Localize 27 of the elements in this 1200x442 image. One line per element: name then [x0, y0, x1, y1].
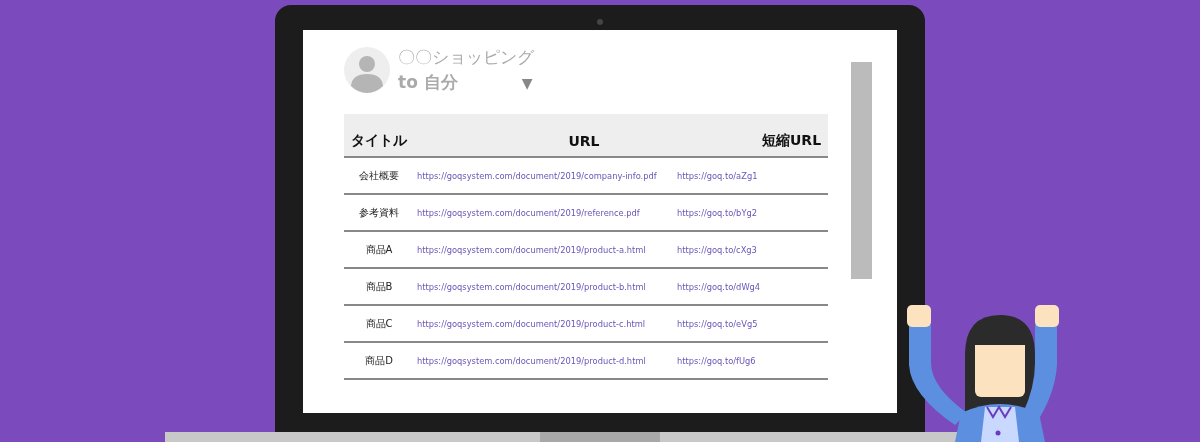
scrollbar[interactable]	[851, 62, 872, 279]
table-cell-text: 会社概要	[358, 168, 400, 183]
table-cell-text: 商品D	[364, 353, 394, 368]
column-header: タイトル	[350, 132, 408, 150]
url-link[interactable]: https://goqsystem.com/document/2019/product-b.html	[414, 281, 675, 292]
column-header: 短縮URL	[761, 132, 823, 150]
table-cell-text: 参考資料	[358, 205, 400, 220]
recipient-label: to 自分	[398, 71, 458, 94]
url-link[interactable]: https://goqsystem.com/document/2019/company-info.pdf	[414, 170, 675, 181]
short-url-link[interactable]: https://goq.to/aZg1	[675, 170, 828, 181]
url-link[interactable]: https://goqsystem.com/document/2019/product-c.html	[414, 318, 675, 329]
dropdown-toggle[interactable]: ▼	[521, 74, 533, 91]
url-link[interactable]: https://goqsystem.com/document/2019/reference.pdf	[414, 207, 675, 218]
table-cell-text: 商品A	[364, 242, 394, 257]
short-url-link[interactable]: https://goq.to/eVg5	[675, 318, 828, 329]
short-url-link[interactable]: https://goq.to/dWg4	[675, 281, 828, 292]
table-cell-text: 商品B	[364, 279, 394, 294]
sender-name: 〇〇ショッピング	[398, 46, 534, 69]
short-url-link[interactable]: https://goq.to/cXg3	[675, 244, 828, 255]
url-link[interactable]: https://goqsystem.com/document/2019/product-a.html	[414, 244, 675, 255]
short-url-link[interactable]: https://goq.to/bYg2	[675, 207, 828, 218]
column-header: URL	[567, 133, 601, 149]
camera-icon	[597, 19, 603, 25]
table-cell-text: 商品C	[364, 316, 394, 331]
short-url-link[interactable]: https://goq.to/fUg6	[675, 355, 828, 366]
url-link[interactable]: https://goqsystem.com/document/2019/product-d.html	[414, 355, 675, 366]
avatar-icon	[344, 47, 390, 93]
